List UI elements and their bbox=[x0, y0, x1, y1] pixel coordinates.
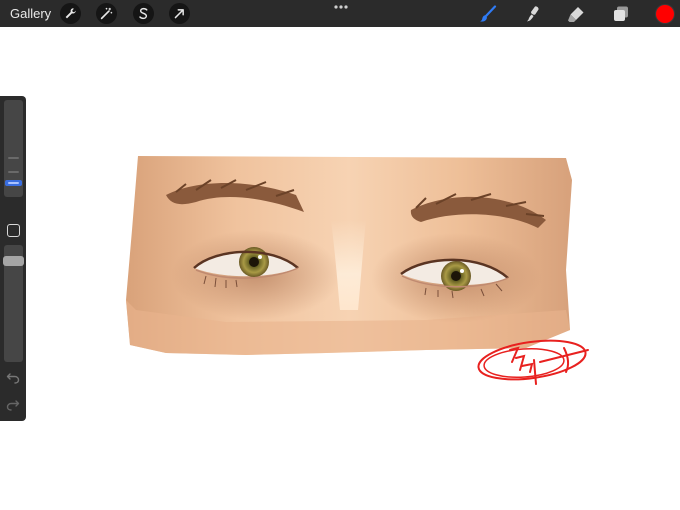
smudge-icon[interactable] bbox=[524, 5, 542, 23]
ellipsis-icon[interactable] bbox=[333, 3, 349, 11]
brush-icon[interactable] bbox=[479, 5, 497, 23]
actions-button[interactable] bbox=[60, 3, 81, 24]
adjustments-button[interactable] bbox=[96, 3, 117, 24]
transform-arrow-icon bbox=[174, 9, 184, 19]
redo-icon[interactable] bbox=[6, 399, 20, 411]
magic-wand-icon bbox=[100, 7, 113, 20]
eyes-painting bbox=[126, 156, 572, 355]
artist-signature bbox=[477, 339, 589, 385]
brush-size-thumb[interactable] bbox=[5, 180, 22, 186]
wrench-icon bbox=[65, 8, 76, 19]
size-tick-mark bbox=[8, 157, 19, 159]
square-modifier-icon[interactable] bbox=[7, 224, 20, 237]
eraser-icon[interactable] bbox=[567, 5, 585, 23]
top-toolbar: Gallery bbox=[0, 0, 680, 27]
layers-icon[interactable] bbox=[612, 5, 630, 23]
transform-button[interactable] bbox=[169, 3, 190, 24]
opacity-thumb[interactable] bbox=[3, 256, 24, 266]
gallery-button[interactable]: Gallery bbox=[10, 6, 51, 21]
sidebar-panel bbox=[0, 96, 26, 421]
selection-button[interactable] bbox=[133, 3, 154, 24]
color-picker-swatch[interactable] bbox=[656, 5, 674, 23]
selection-s-icon bbox=[139, 7, 148, 20]
undo-icon[interactable] bbox=[6, 372, 20, 384]
size-tick-mark bbox=[8, 171, 19, 173]
